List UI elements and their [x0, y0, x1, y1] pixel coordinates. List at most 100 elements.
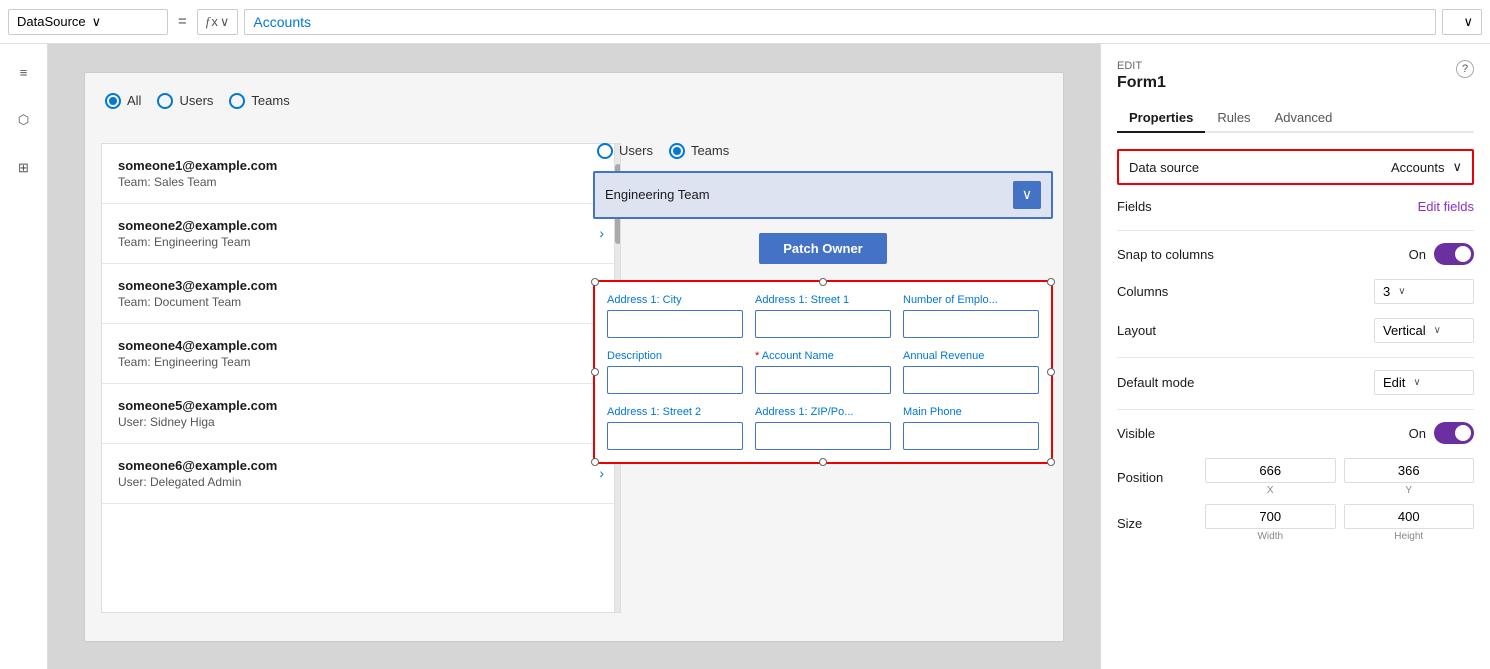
layout-value: Vertical — [1383, 323, 1426, 338]
radio-teams-right-label: Teams — [691, 143, 729, 158]
fx-button[interactable]: f x ∨ — [197, 9, 239, 35]
user-team: Team: Engineering Team — [118, 235, 277, 249]
user-list-panel: someone1@example.com Team: Sales Team › … — [101, 143, 621, 613]
user-email: someone5@example.com — [118, 398, 277, 413]
right-panel: Users Teams Engineering Team ∨ Patch Own… — [593, 143, 1053, 633]
list-item[interactable]: someone5@example.com User: Sidney Higa › — [102, 384, 620, 444]
snap-to-columns-toggle[interactable] — [1434, 243, 1474, 265]
size-row: Size Width Height — [1117, 504, 1474, 542]
position-x-label: X — [1205, 485, 1336, 496]
radio-all[interactable]: All — [105, 93, 141, 109]
hamburger-menu-icon[interactable]: ≡ — [8, 56, 40, 88]
form-field-revenue: Annual Revenue — [903, 350, 1039, 394]
size-height-input[interactable] — [1344, 504, 1475, 529]
form-field-account-name-label: Account Name — [755, 350, 891, 362]
form-field-account-name-input[interactable] — [755, 366, 891, 394]
form-field-street2-input[interactable] — [607, 422, 743, 450]
resize-handle-mr[interactable] — [1047, 368, 1055, 376]
formula-end-chevron-icon: ∨ — [1463, 14, 1473, 30]
resize-handle-bl[interactable] — [591, 458, 599, 466]
form-field-zip: Address 1: ZIP/Po... — [755, 406, 891, 450]
radio-teams-right[interactable]: Teams — [669, 143, 729, 159]
patch-owner-button[interactable]: Patch Owner — [759, 233, 886, 264]
form-field-zip-input[interactable] — [755, 422, 891, 450]
snap-to-columns-label: Snap to columns — [1117, 247, 1214, 262]
size-width-input[interactable] — [1205, 504, 1336, 529]
form-field-revenue-input[interactable] — [903, 366, 1039, 394]
list-item[interactable]: someone1@example.com Team: Sales Team › — [102, 144, 620, 204]
user-team: Team: Document Team — [118, 295, 277, 309]
user-team: User: Delegated Admin — [118, 475, 277, 489]
resize-handle-ml[interactable] — [591, 368, 599, 376]
radio-users[interactable]: Users — [157, 93, 213, 109]
size-width-wrap: Width — [1205, 504, 1336, 542]
list-item[interactable]: someone3@example.com Team: Document Team… — [102, 264, 620, 324]
form-field-description: Description — [607, 350, 743, 394]
user-info: someone4@example.com Team: Engineering T… — [118, 338, 277, 369]
data-source-label: Data source — [1129, 160, 1199, 175]
user-email: someone4@example.com — [118, 338, 277, 353]
position-label: Position — [1117, 470, 1197, 485]
form-field-employees-input[interactable] — [903, 310, 1039, 338]
default-mode-label: Default mode — [1117, 375, 1194, 390]
list-item[interactable]: someone2@example.com Team: Engineering T… — [102, 204, 620, 264]
list-item[interactable]: someone6@example.com User: Delegated Adm… — [102, 444, 620, 504]
size-height-wrap: Height — [1344, 504, 1475, 542]
layout-dropdown[interactable]: Vertical ∨ — [1374, 318, 1474, 343]
form-field-zip-label: Address 1: ZIP/Po... — [755, 406, 891, 418]
data-source-dropdown[interactable]: Accounts ∨ — [1391, 159, 1462, 175]
radio-users-label: Users — [179, 93, 213, 108]
radio-users-right-label: Users — [619, 143, 653, 158]
resize-handle-br[interactable] — [1047, 458, 1055, 466]
visible-value-group: On — [1409, 422, 1474, 444]
form-field-revenue-label: Annual Revenue — [903, 350, 1039, 362]
default-mode-value: Edit — [1383, 375, 1405, 390]
fx-label: x — [211, 14, 218, 29]
help-icon[interactable]: ? — [1456, 60, 1474, 78]
columns-dropdown[interactable]: 3 ∨ — [1374, 279, 1474, 304]
fields-label: Fields — [1117, 199, 1152, 214]
divider — [1117, 230, 1474, 231]
default-mode-dropdown[interactable]: Edit ∨ — [1374, 370, 1474, 395]
layers-icon[interactable]: ⬡ — [8, 104, 40, 136]
resize-handle-tl[interactable] — [591, 278, 599, 286]
form-field-city-input[interactable] — [607, 310, 743, 338]
position-x-input[interactable] — [1205, 458, 1336, 483]
columns-value: 3 — [1383, 284, 1390, 299]
formula-bar[interactable]: Accounts — [244, 9, 1436, 35]
grid-icon[interactable]: ⊞ — [8, 152, 40, 184]
panel-tabs: Properties Rules Advanced — [1117, 104, 1474, 133]
tab-advanced[interactable]: Advanced — [1263, 104, 1345, 133]
datasource-chevron-icon: ∨ — [92, 14, 102, 30]
size-height-label: Height — [1344, 531, 1475, 542]
visible-toggle[interactable] — [1434, 422, 1474, 444]
radio-users-right[interactable]: Users — [597, 143, 653, 159]
data-source-row: Data source Accounts ∨ — [1117, 149, 1474, 185]
datasource-label: DataSource — [17, 14, 86, 29]
default-mode-row: Default mode Edit ∨ — [1117, 370, 1474, 395]
form-field-description-input[interactable] — [607, 366, 743, 394]
tab-properties[interactable]: Properties — [1117, 104, 1205, 133]
list-item[interactable]: someone4@example.com Team: Engineering T… — [102, 324, 620, 384]
form-field-phone: Main Phone — [903, 406, 1039, 450]
canvas-content: All Users Teams someone1@example.com Tea… — [84, 72, 1064, 642]
resize-handle-tr[interactable] — [1047, 278, 1055, 286]
datasource-select[interactable]: DataSource ∨ — [8, 9, 168, 35]
form-field-description-label: Description — [607, 350, 743, 362]
columns-row: Columns 3 ∨ — [1117, 279, 1474, 304]
visible-row: Visible On — [1117, 422, 1474, 444]
tab-rules[interactable]: Rules — [1205, 104, 1262, 133]
form-field-phone-input[interactable] — [903, 422, 1039, 450]
layout-chevron-icon: ∨ — [1434, 325, 1441, 336]
columns-chevron-icon: ∨ — [1398, 286, 1405, 297]
form-field-street1-input[interactable] — [755, 310, 891, 338]
resize-handle-bm[interactable] — [819, 458, 827, 466]
resize-handle-tm[interactable] — [819, 278, 827, 286]
radio-teams[interactable]: Teams — [229, 93, 289, 109]
edit-fields-link[interactable]: Edit fields — [1418, 199, 1474, 214]
team-dropdown[interactable]: Engineering Team ∨ — [593, 171, 1053, 219]
form-field-employees: Number of Emplo... — [903, 294, 1039, 338]
canvas-area: All Users Teams someone1@example.com Tea… — [48, 44, 1100, 669]
position-y-input[interactable] — [1344, 458, 1475, 483]
layout-label: Layout — [1117, 323, 1156, 338]
